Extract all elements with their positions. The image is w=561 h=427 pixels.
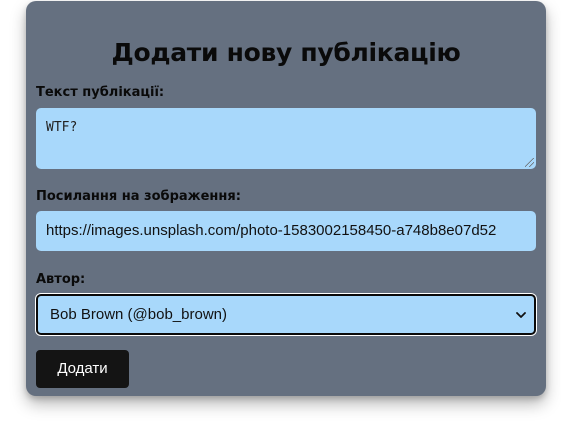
resize-grip-icon[interactable] (525, 158, 534, 167)
author-selected-value: Bob Brown (@bob_brown) (50, 306, 227, 323)
image-url-input[interactable]: https://images.unsplash.com/photo-158300… (36, 211, 536, 251)
image-url-value: https://images.unsplash.com/photo-158300… (46, 222, 497, 239)
image-url-label: Посилання на зображення: (36, 189, 241, 204)
author-label: Автор: (36, 272, 86, 287)
author-select[interactable]: Bob Brown (@bob_brown) (36, 294, 536, 335)
new-post-form: Додати нову публікацію Текст публікації:… (26, 1, 546, 396)
post-text-value: WTF? (46, 120, 78, 135)
chevron-down-icon (516, 312, 526, 318)
form-title: Додати нову публікацію (111, 38, 461, 67)
submit-button[interactable]: Додати (36, 350, 129, 388)
post-text-input[interactable]: WTF? (36, 108, 536, 169)
post-text-label: Текст публікації: (36, 85, 165, 100)
